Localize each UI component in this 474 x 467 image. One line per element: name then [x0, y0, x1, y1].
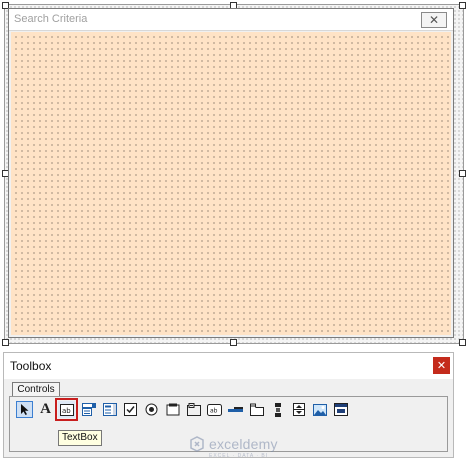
listbox-tool[interactable]	[101, 401, 118, 418]
label-icon: A	[40, 401, 51, 417]
listbox-icon	[102, 403, 117, 416]
textbox-tooltip: TextBox	[58, 430, 102, 446]
resize-handle-bottom-left[interactable]	[2, 339, 9, 346]
select-objects-tool[interactable]	[16, 401, 33, 418]
commandbutton-icon: ab	[207, 403, 222, 416]
svg-text:ab: ab	[210, 407, 218, 414]
resize-handle-bottom-right[interactable]	[459, 339, 466, 346]
optionbutton-tool[interactable]	[143, 401, 160, 418]
commandbutton-tool[interactable]: ab	[206, 401, 223, 418]
close-icon: ✕	[428, 13, 440, 27]
resize-handle-top-right[interactable]	[459, 2, 466, 9]
userform-designer: Search Criteria ✕	[0, 0, 474, 348]
svg-text:ab: ab	[62, 407, 71, 415]
scrollbar-tool[interactable]	[269, 401, 286, 418]
checkbox-icon	[124, 403, 137, 416]
resize-handle-middle-right[interactable]	[459, 170, 466, 177]
scrollbar-icon	[274, 402, 281, 417]
spinbutton-icon	[292, 403, 305, 416]
multipage-icon	[249, 403, 264, 416]
frame-icon	[186, 403, 201, 416]
pointer-icon	[20, 404, 28, 415]
textbox-tool[interactable]: ab	[55, 398, 78, 421]
userform-close-button[interactable]: ✕	[421, 12, 447, 28]
spinbutton-tool[interactable]	[290, 401, 307, 418]
close-icon: ✕	[436, 360, 447, 372]
watermark-brand: exceldemy	[209, 436, 278, 452]
label-tool[interactable]: A	[37, 401, 54, 418]
checkbox-tool[interactable]	[122, 401, 139, 418]
multipage-tool[interactable]	[248, 401, 265, 418]
tab-controls[interactable]: Controls	[12, 382, 60, 397]
togglebutton-icon	[166, 403, 179, 416]
combobox-icon	[81, 403, 96, 416]
tabstrip-icon	[228, 406, 243, 412]
textbox-icon: ab	[59, 403, 74, 416]
userform-canvas[interactable]	[11, 32, 451, 335]
combobox-tool[interactable]	[80, 401, 97, 418]
userform[interactable]: Search Criteria ✕	[8, 8, 454, 338]
refedit-tool[interactable]	[332, 401, 349, 418]
userform-title: Search Criteria	[14, 13, 88, 25]
image-icon	[312, 403, 327, 416]
resize-handle-bottom-center[interactable]	[230, 339, 237, 346]
tabstrip-tool[interactable]	[227, 401, 244, 418]
watermark-tagline: EXCEL · DATA · BI	[209, 453, 269, 459]
image-tool[interactable]	[311, 401, 328, 418]
userform-titlebar: Search Criteria ✕	[9, 9, 453, 31]
watermark: exceldemy EXCEL · DATA · BI	[189, 436, 278, 459]
refedit-icon	[333, 403, 348, 416]
togglebutton-tool[interactable]	[164, 401, 181, 418]
toolbox-title: Toolbox	[10, 359, 52, 373]
exceldemy-logo-icon	[190, 436, 204, 452]
toolbox-titlebar: Toolbox ✕	[4, 353, 453, 379]
optionbutton-icon	[145, 403, 158, 416]
frame-tool[interactable]	[185, 401, 202, 418]
toolbox-close-button[interactable]: ✕	[433, 357, 450, 374]
